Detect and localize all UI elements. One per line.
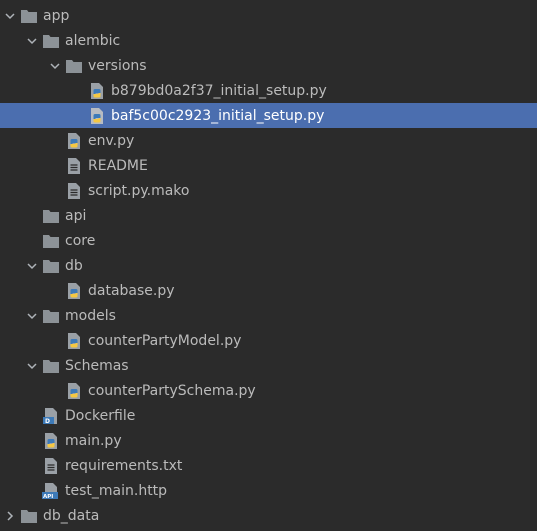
tree-node-label: requirements.txt (65, 457, 183, 474)
tree-node-models[interactable]: models (0, 303, 537, 328)
folder-icon (42, 307, 60, 325)
tree-node-file[interactable]: D Dockerfile (0, 403, 537, 428)
tree-node-app[interactable]: app (0, 3, 537, 28)
folder-icon (42, 32, 60, 50)
tree-node-file[interactable]: README (0, 153, 537, 178)
python-file-icon (88, 82, 106, 100)
chevron-down-icon[interactable] (45, 53, 65, 78)
folder-icon (42, 257, 60, 275)
tree-node-label: script.py.mako (88, 182, 190, 199)
python-file-icon (65, 282, 83, 300)
tree-node-label: core (65, 232, 96, 249)
folder-icon (42, 232, 60, 250)
tree-node-label: counterPartySchema.py (88, 382, 256, 399)
tree-node-file[interactable]: script.py.mako (0, 178, 537, 203)
tree-node-label: database.py (88, 282, 175, 299)
tree-node-schemas[interactable]: Schemas (0, 353, 537, 378)
tree-node-label: baf5c00c2923_initial_setup.py (111, 107, 325, 124)
tree-node-label: Dockerfile (65, 407, 136, 424)
tree-node-label: versions (88, 57, 147, 74)
tree-node-label: main.py (65, 432, 122, 449)
folder-icon (20, 7, 38, 25)
tree-node-db[interactable]: db (0, 253, 537, 278)
text-file-icon (65, 182, 83, 200)
chevron-down-icon[interactable] (22, 28, 42, 53)
tree-node-file[interactable]: requirements.txt (0, 453, 537, 478)
python-file-icon (65, 132, 83, 150)
tree-node-versions[interactable]: versions (0, 53, 537, 78)
text-file-icon (42, 457, 60, 475)
docker-file-icon: D (42, 407, 60, 425)
text-file-icon (65, 157, 83, 175)
folder-icon (20, 507, 38, 525)
tree-node-api[interactable]: api (0, 203, 537, 228)
http-file-icon: API (42, 482, 60, 500)
folder-icon (65, 57, 83, 75)
tree-node-label: README (88, 157, 148, 174)
folder-icon (42, 357, 60, 375)
tree-node-alembic[interactable]: alembic (0, 28, 537, 53)
tree-node-label: app (43, 7, 70, 24)
tree-node-file[interactable]: counterPartyModel.py (0, 328, 537, 353)
chevron-down-icon[interactable] (22, 353, 42, 378)
tree-node-file[interactable]: b879bd0a2f37_initial_setup.py (0, 78, 537, 103)
tree-node-label: test_main.http (65, 482, 168, 499)
tree-node-label: counterPartyModel.py (88, 332, 242, 349)
tree-node-label: db_data (43, 507, 100, 524)
tree-node-file[interactable]: counterPartySchema.py (0, 378, 537, 403)
python-file-icon (42, 432, 60, 450)
tree-node-label: api (65, 207, 87, 224)
tree-node-core[interactable]: core (0, 228, 537, 253)
tree-node-label: b879bd0a2f37_initial_setup.py (111, 82, 327, 99)
python-file-icon (65, 332, 83, 350)
svg-text:D: D (45, 418, 50, 425)
chevron-down-icon[interactable] (0, 3, 20, 28)
tree-node-label: env.py (88, 132, 135, 149)
chevron-right-icon[interactable] (0, 503, 20, 528)
tree-node-label: alembic (65, 32, 121, 49)
svg-text:API: API (43, 494, 53, 500)
tree-node-file[interactable]: env.py (0, 128, 537, 153)
python-file-icon (88, 107, 106, 125)
tree-node-label: Schemas (65, 357, 129, 374)
tree-node-label: models (65, 307, 116, 324)
python-file-icon (65, 382, 83, 400)
folder-icon (42, 207, 60, 225)
tree-node-label: db (65, 257, 83, 274)
tree-node-db-data[interactable]: db_data (0, 503, 537, 528)
tree-node-file[interactable]: database.py (0, 278, 537, 303)
tree-node-file-selected[interactable]: baf5c00c2923_initial_setup.py (0, 103, 537, 128)
project-tree: app alembic versions b879bd0a2f37_initia… (0, 0, 537, 528)
chevron-down-icon[interactable] (22, 253, 42, 278)
chevron-down-icon[interactable] (22, 303, 42, 328)
tree-node-file[interactable]: API test_main.http (0, 478, 537, 503)
tree-node-file[interactable]: main.py (0, 428, 537, 453)
